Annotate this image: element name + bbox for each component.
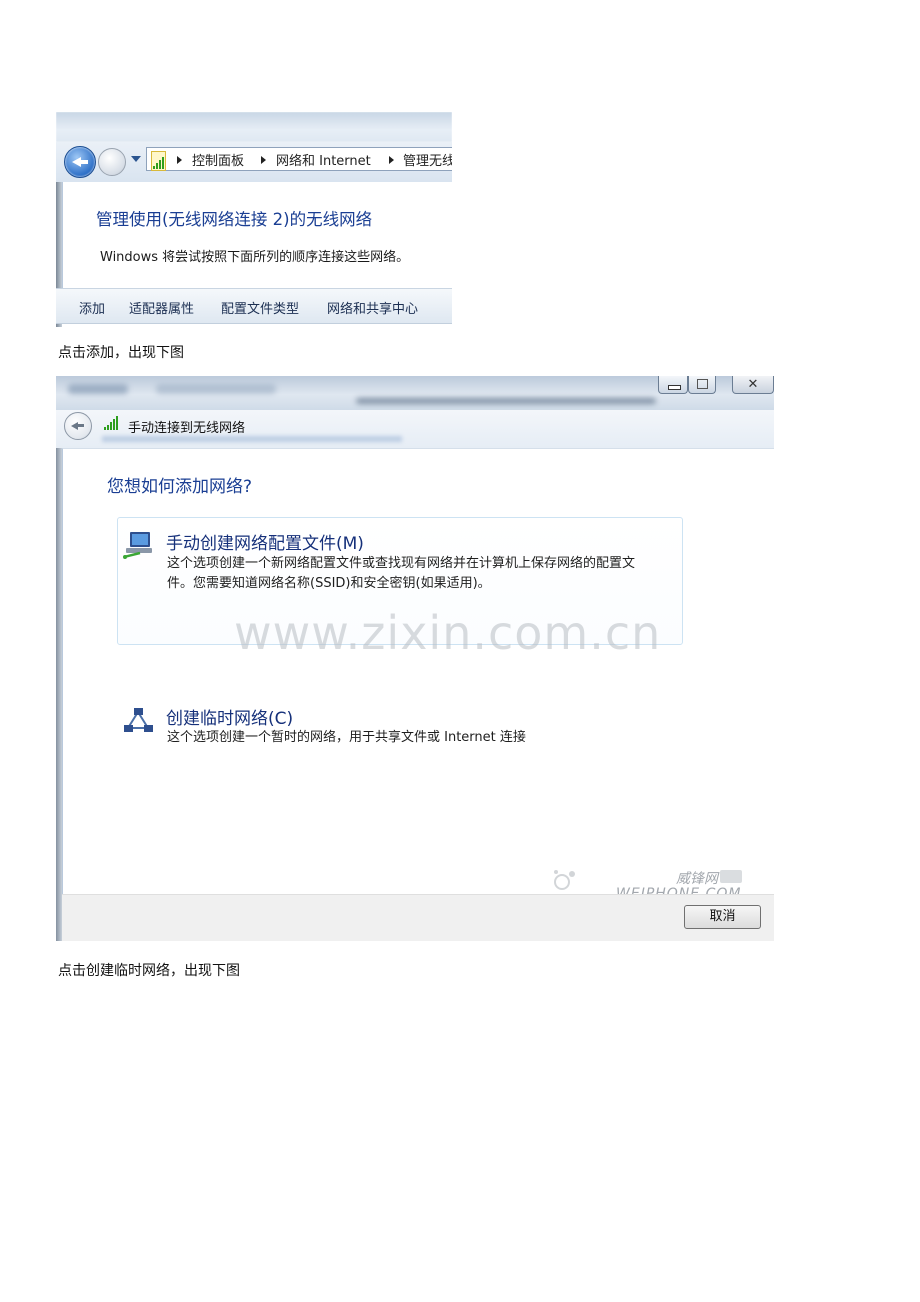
manual-profile-description-line2: 件。您需要知道网络名称(SSID)和安全密钥(如果适用)。 — [167, 576, 491, 591]
logo-text: 威锋网 — [676, 871, 718, 887]
ad-hoc-network-icon — [124, 708, 153, 732]
close-icon: ✕ — [747, 377, 759, 392]
screenshot-manual-connect: ✕ 手动连接到无线网络 您想如何添加网络? 手动创建网络配置文件(M) 这个选项… — [56, 376, 774, 941]
profile-types-button[interactable]: 配置文件类型 — [221, 298, 299, 317]
recent-pages-dropdown-icon[interactable] — [131, 156, 141, 162]
blurred-title-bar — [56, 112, 452, 142]
minimize-button[interactable] — [658, 376, 688, 394]
breadcrumb-network-internet[interactable]: 网络和 Internet — [276, 150, 371, 169]
add-button[interactable]: 添加 — [79, 298, 105, 317]
network-sharing-center-button[interactable]: 网络和共享中心 — [327, 298, 418, 317]
back-button[interactable] — [64, 146, 96, 178]
forward-button[interactable] — [98, 148, 126, 176]
ad-hoc-network-description: 这个选项创建一个暂时的网络，用于共享文件或 Internet 连接 — [167, 730, 526, 745]
wireless-signal-icon — [104, 416, 118, 430]
dialog-footer — [62, 894, 774, 941]
command-bar: 添加 适配器属性 配置文件类型 网络和共享中心 — [56, 288, 452, 324]
window-title: 手动连接到无线网络 — [128, 421, 246, 436]
manual-profile-description-line1: 这个选项创建一个新网络配置文件或查找现有网络并在计算机上保存网络的配置文 — [167, 556, 636, 571]
watermark: www.zixin.com.cn — [234, 606, 662, 660]
computer-network-icon — [123, 532, 152, 559]
adapter-properties-button[interactable]: 适配器属性 — [129, 298, 194, 317]
caption-1: 点击添加，出现下图 — [58, 345, 184, 361]
page-title: 管理使用(无线网络连接 2)的无线网络 — [96, 210, 373, 229]
breadcrumb-separator-icon — [177, 156, 182, 164]
manual-profile-title[interactable]: 手动创建网络配置文件(M) — [166, 529, 364, 554]
caption-2: 点击创建临时网络，出现下图 — [58, 963, 240, 979]
back-button[interactable] — [64, 412, 92, 440]
ad-hoc-network-option[interactable]: 创建临时网络(C) — [166, 704, 293, 729]
content-pane — [62, 448, 774, 895]
page-description: Windows 将尝试按照下面所列的顺序连接这些网络。 — [100, 250, 410, 265]
wireless-signal-icon — [151, 151, 166, 171]
content-pane — [62, 182, 452, 288]
breadcrumb-separator-icon — [389, 156, 394, 164]
breadcrumb-control-panel[interactable]: 控制面板 — [192, 150, 244, 169]
breadcrumb-manage-wireless[interactable]: 管理无线 — [403, 150, 452, 169]
address-bar[interactable]: 控制面板 网络和 Internet 管理无线 — [146, 147, 452, 171]
page-title: 您想如何添加网络? — [107, 477, 253, 497]
close-button[interactable]: ✕ — [732, 376, 774, 394]
breadcrumb-separator-icon — [261, 156, 266, 164]
screenshot-manage-wireless: 控制面板 网络和 Internet 管理无线 管理使用(无线网络连接 2)的无线… — [56, 112, 452, 327]
maximize-button[interactable] — [688, 376, 716, 394]
cancel-button[interactable]: 取消 — [684, 905, 761, 929]
